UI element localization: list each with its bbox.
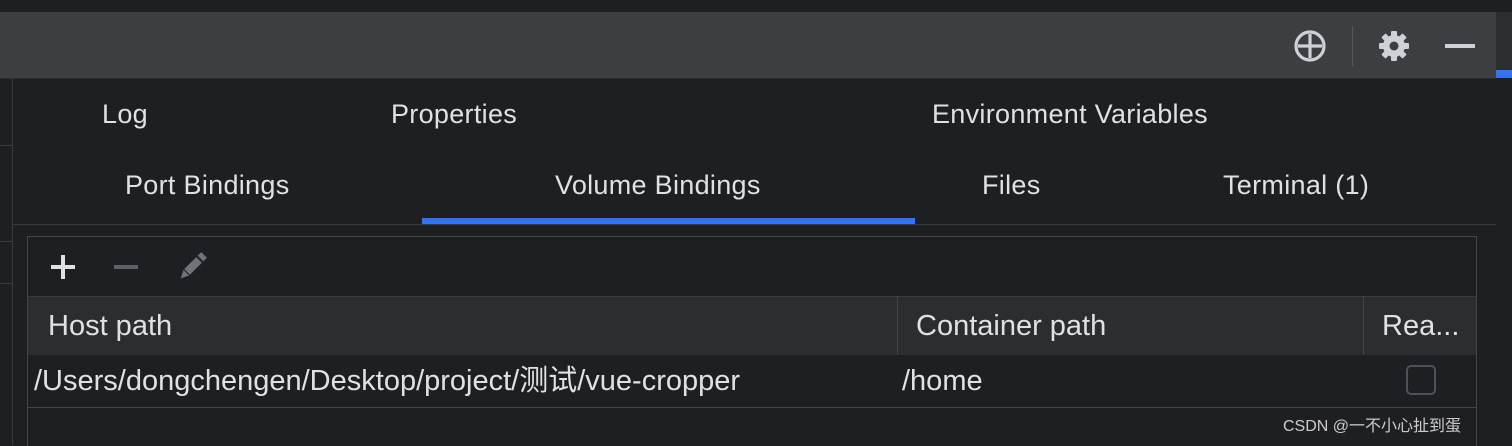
container-path-cell[interactable]: /home	[902, 355, 983, 407]
watermark: CSDN @一不小心扯到蛋	[1283, 418, 1462, 435]
column-header-read-only[interactable]: Rea...	[1382, 297, 1459, 355]
volume-bindings-panel: Log Properties Environment Variables Por…	[13, 79, 1496, 446]
remove-button[interactable]	[106, 249, 146, 289]
minimize-icon[interactable]	[1442, 28, 1478, 64]
tool-window-header	[0, 12, 1496, 79]
row-divider	[28, 407, 1476, 408]
pencil-icon	[176, 251, 208, 288]
tabs-divider	[13, 224, 1496, 225]
edit-button[interactable]	[172, 249, 212, 289]
column-header-host-path[interactable]: Host path	[48, 297, 172, 355]
tab-properties[interactable]: Properties	[391, 99, 517, 130]
table-header: Host path Container path Rea...	[28, 296, 1476, 356]
plus-icon	[49, 253, 77, 286]
column-header-container-path[interactable]: Container path	[916, 297, 1106, 355]
add-button[interactable]	[43, 249, 83, 289]
right-accent	[1496, 70, 1512, 78]
bindings-table-container: Host path Container path Rea... /Users/d…	[27, 236, 1477, 446]
minus-icon	[112, 253, 140, 286]
gear-icon[interactable]	[1376, 28, 1412, 64]
tab-environment-variables[interactable]: Environment Variables	[932, 99, 1208, 130]
crosshair-icon[interactable]	[1292, 28, 1328, 64]
tab-terminal[interactable]: Terminal (1)	[1223, 170, 1369, 201]
toolbar-separator	[1352, 26, 1353, 66]
tab-volume-bindings[interactable]: Volume Bindings	[555, 170, 761, 201]
tab-files[interactable]: Files	[982, 170, 1041, 201]
table-row[interactable]: /Users/dongchengen/Desktop/project/测试/vu…	[28, 355, 1476, 407]
top-strip	[0, 0, 1512, 12]
right-edge	[1496, 12, 1512, 70]
left-gutter	[0, 79, 13, 445]
read-only-checkbox[interactable]	[1406, 365, 1436, 395]
tab-log[interactable]: Log	[102, 99, 148, 130]
host-path-cell[interactable]: /Users/dongchengen/Desktop/project/测试/vu…	[34, 355, 740, 407]
tab-port-bindings[interactable]: Port Bindings	[125, 170, 290, 201]
